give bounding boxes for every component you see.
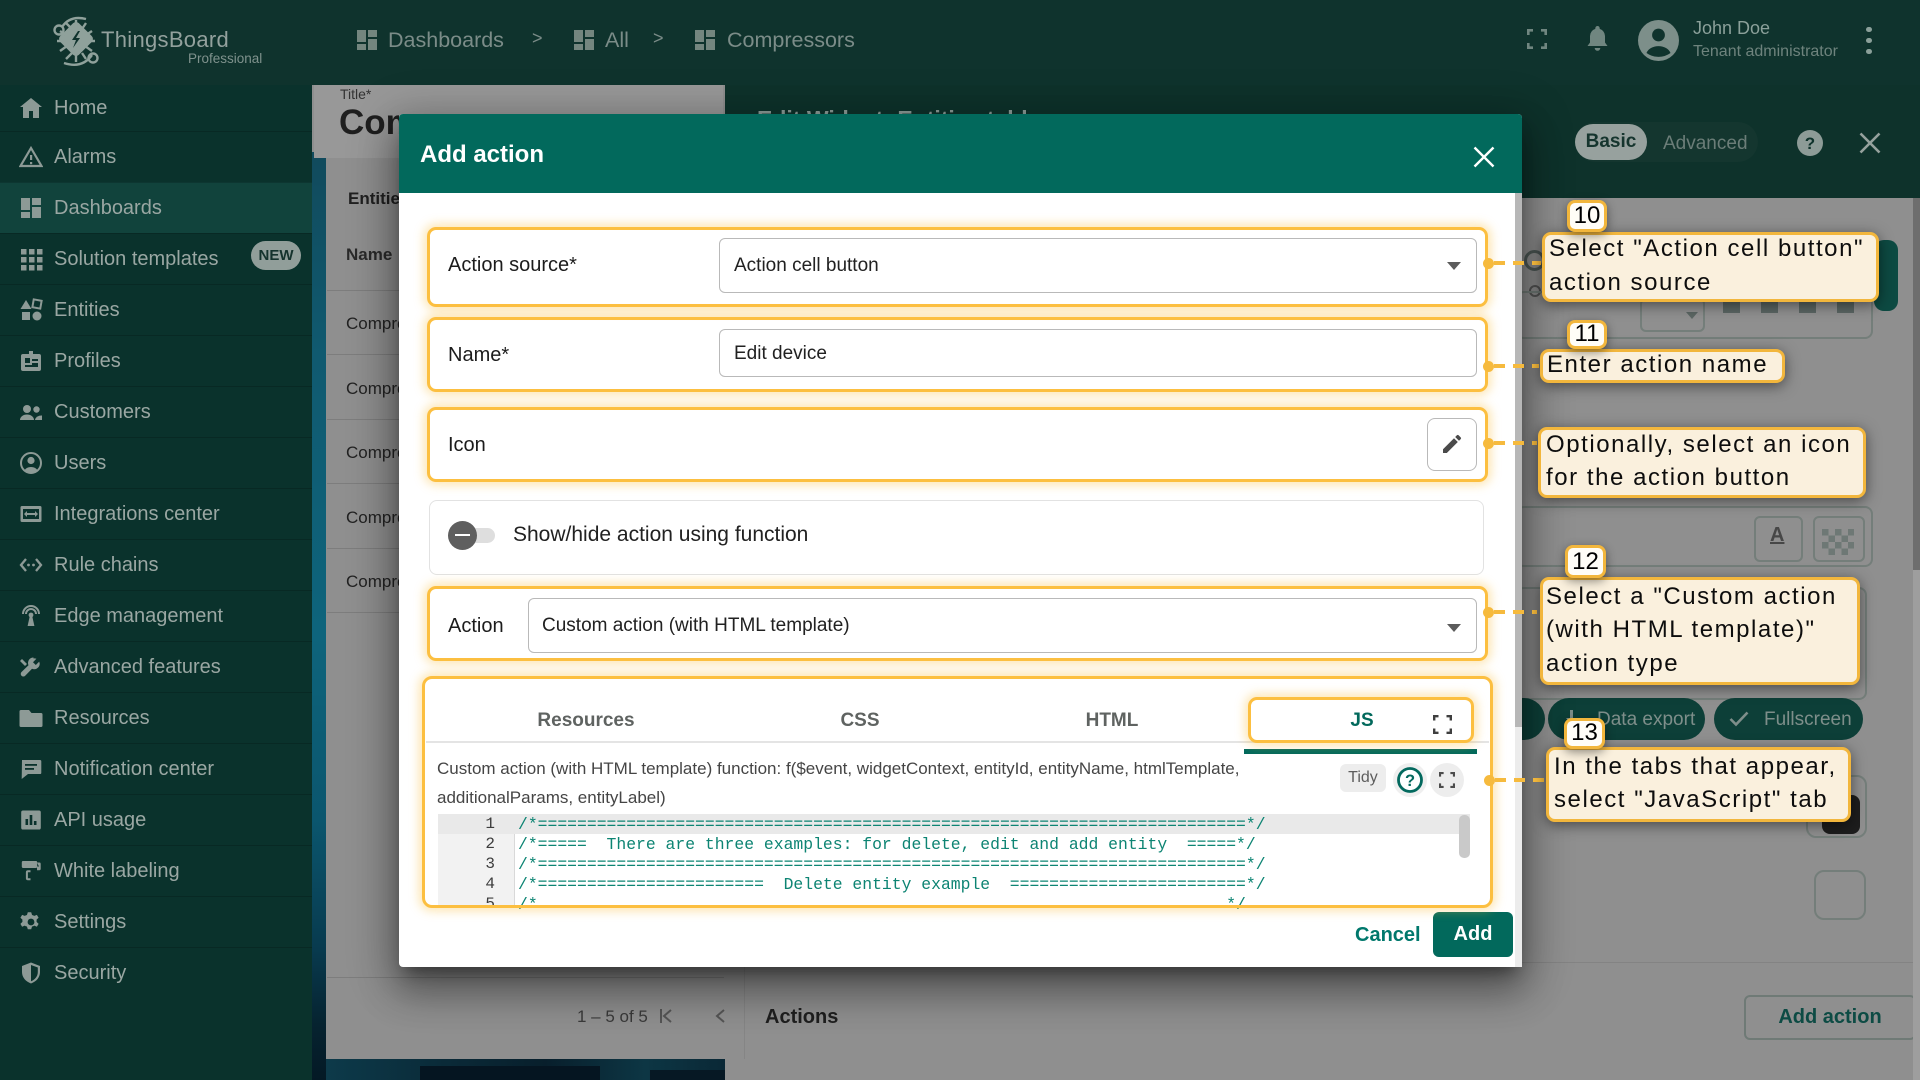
svg-text:?: ? — [1805, 134, 1815, 153]
